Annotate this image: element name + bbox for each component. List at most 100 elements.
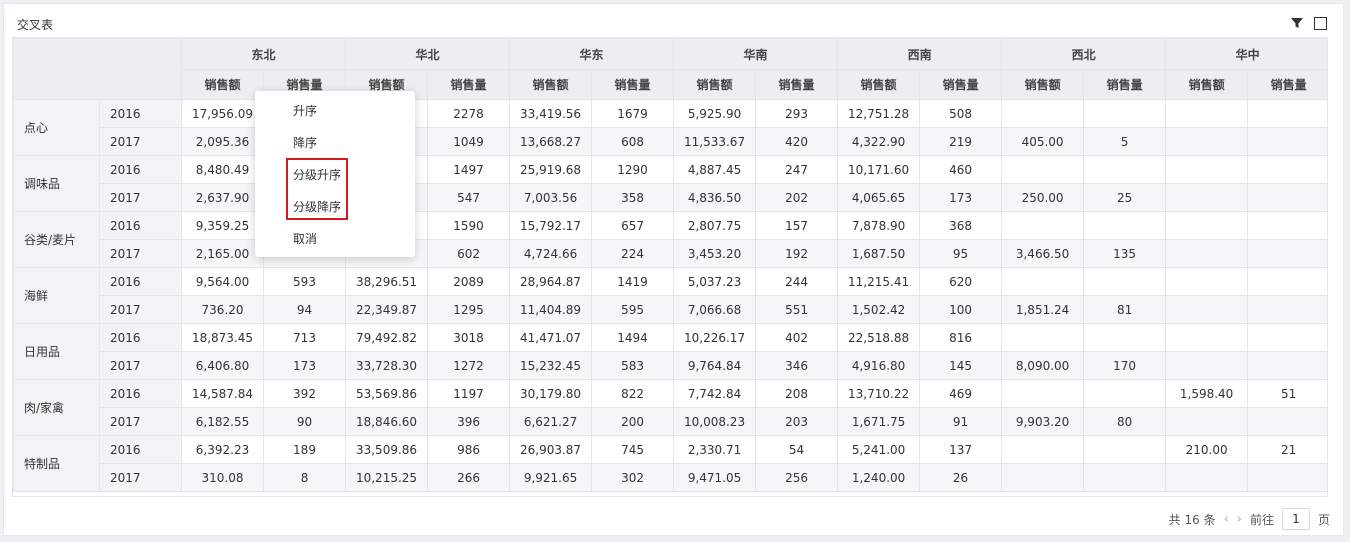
value-cell: 202	[755, 183, 839, 212]
value-cell: 2089	[427, 267, 511, 296]
total-count: 共 16 条	[1168, 512, 1216, 527]
value-cell	[1247, 267, 1327, 296]
sales-qty-header[interactable]: 销售量	[591, 69, 675, 100]
value-cell: 1197	[427, 379, 511, 408]
year-cell: 2017	[99, 239, 182, 268]
region-header[interactable]: 东北	[180, 38, 347, 70]
value-cell: 5,241.00	[837, 435, 921, 464]
value-cell: 583	[591, 351, 675, 380]
value-cell: 173	[262, 351, 347, 380]
menu-item-ascending[interactable]: 升序	[293, 101, 317, 121]
goto-label: 前往	[1249, 512, 1274, 527]
value-cell: 100	[919, 295, 1003, 324]
sales-qty-header[interactable]: 销售量	[919, 69, 1003, 100]
value-cell: 7,066.68	[673, 295, 757, 324]
value-cell: 1,598.40	[1165, 379, 1249, 408]
value-cell: 9,921.65	[509, 463, 593, 492]
value-cell: 5	[1083, 127, 1167, 156]
value-cell: 1295	[427, 295, 511, 324]
value-cell: 137	[919, 435, 1003, 464]
region-header[interactable]: 华中	[1165, 38, 1327, 70]
product-cell: 谷类/麦片	[13, 211, 100, 268]
value-cell: 135	[1083, 239, 1167, 268]
menu-item-level-ascending[interactable]: 分级升序	[293, 165, 341, 185]
value-cell: 310.08	[181, 463, 264, 492]
value-cell: 822	[591, 379, 675, 408]
sales-amount-header[interactable]: 销售额	[1001, 69, 1085, 100]
value-cell	[1001, 267, 1085, 296]
value-cell: 1494	[591, 323, 675, 352]
value-cell: 4,065.65	[837, 183, 921, 212]
menu-item-cancel[interactable]: 取消	[293, 229, 317, 249]
value-cell: 247	[755, 155, 839, 184]
value-cell: 13,668.27	[509, 127, 593, 156]
table-row: 2017 2,165.00 602 4,724.66 224 3,453.20 192 1,6…	[14, 239, 1327, 268]
region-header[interactable]: 华南	[673, 38, 839, 70]
sales-qty-header[interactable]: 销售量	[427, 69, 511, 100]
value-cell: 173	[919, 183, 1003, 212]
value-cell: 736.20	[181, 295, 264, 324]
table-row: 海鲜 2016 9,564.00 593 38,296.51 2089 28,964.87 1…	[13, 267, 1327, 324]
value-cell: 33,728.30	[345, 351, 429, 380]
value-cell	[1083, 99, 1167, 128]
year-cell: 2016	[99, 211, 182, 240]
table-row: 2017 6,182.55 90 18,846.60 396 6,621.27 200 10,…	[14, 407, 1327, 436]
value-cell	[1001, 323, 1085, 352]
value-cell	[1247, 127, 1327, 156]
page-number-input[interactable]	[1281, 508, 1310, 530]
value-cell: 81	[1083, 295, 1167, 324]
value-cell: 460	[919, 155, 1003, 184]
value-cell: 2,165.00	[181, 239, 264, 268]
value-cell: 5,037.23	[673, 267, 757, 296]
value-cell	[1165, 127, 1249, 156]
value-cell: 9,471.05	[673, 463, 757, 492]
value-cell: 2278	[427, 99, 511, 128]
chevron-left-icon[interactable]: ‹	[1224, 512, 1229, 527]
table-row: 点心 2016 17,956.09 2278 33,419.56 1679 5,925.90…	[13, 99, 1327, 156]
sales-amount-header[interactable]: 销售额	[837, 69, 921, 100]
value-cell: 11,404.89	[509, 295, 593, 324]
region-header[interactable]: 华北	[345, 38, 511, 70]
value-cell: 302	[591, 463, 675, 492]
value-cell: 26	[919, 463, 1003, 492]
chevron-right-icon[interactable]: ›	[1237, 512, 1242, 527]
value-cell: 420	[755, 127, 839, 156]
value-cell: 79,492.82	[345, 323, 429, 352]
value-cell: 620	[919, 267, 1003, 296]
region-header[interactable]: 西南	[837, 38, 1003, 70]
value-cell: 95	[919, 239, 1003, 268]
value-cell: 4,916.80	[837, 351, 921, 380]
value-cell: 10,171.60	[837, 155, 921, 184]
value-cell: 157	[755, 211, 839, 240]
product-cell: 肉/家禽	[13, 379, 100, 436]
sales-amount-header[interactable]: 销售额	[673, 69, 757, 100]
year-cell: 2017	[99, 183, 182, 212]
sales-amount-header[interactable]: 销售额	[1165, 69, 1249, 100]
value-cell: 9,903.20	[1001, 407, 1085, 436]
value-cell: 3018	[427, 323, 511, 352]
value-cell: 33,419.56	[509, 99, 593, 128]
region-header[interactable]: 西北	[1001, 38, 1167, 70]
value-cell: 91	[919, 407, 1003, 436]
header-corner	[13, 38, 182, 100]
value-cell: 6,406.80	[181, 351, 264, 380]
table-row: 2017 2,095.36 1049 13,668.27 608 11,533.67 420…	[14, 127, 1327, 156]
region-header[interactable]: 华东	[509, 38, 675, 70]
table-row: 2017 6,406.80 173 33,728.30 1272 15,232.45 583…	[14, 351, 1327, 380]
maximize-icon[interactable]	[1314, 16, 1327, 30]
table-row: 2017 736.20 94 22,349.87 1295 11,404.89 595 7,0…	[14, 295, 1327, 324]
sales-qty-header[interactable]: 销售量	[1247, 69, 1327, 100]
filter-icon[interactable]	[1290, 16, 1304, 30]
sales-amount-header[interactable]: 销售额	[181, 69, 264, 100]
sales-qty-header[interactable]: 销售量	[755, 69, 839, 100]
sales-qty-header[interactable]: 销售量	[1083, 69, 1167, 100]
value-cell: 26,903.87	[509, 435, 593, 464]
value-cell: 595	[591, 295, 675, 324]
value-cell	[1247, 463, 1327, 492]
menu-item-level-descending[interactable]: 分级降序	[293, 197, 341, 217]
sales-amount-header[interactable]: 销售额	[509, 69, 593, 100]
value-cell: 608	[591, 127, 675, 156]
value-cell: 192	[755, 239, 839, 268]
menu-item-descending[interactable]: 降序	[293, 133, 317, 153]
value-cell: 13,710.22	[837, 379, 921, 408]
